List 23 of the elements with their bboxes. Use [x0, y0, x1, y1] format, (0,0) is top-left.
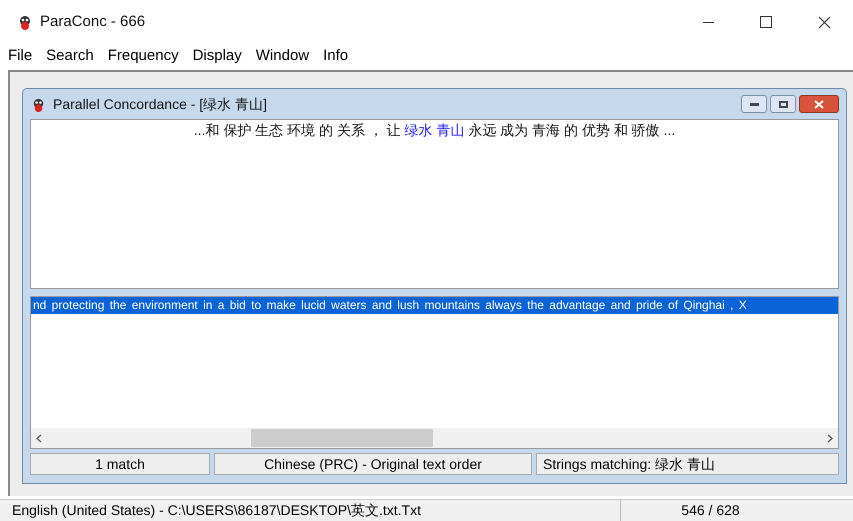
- close-icon: [818, 16, 830, 28]
- concordance-line[interactable]: ...和 保护 生态 环境 的 关系 ， 让 绿水 青山 永远 成为 青海 的 优势 和 骄傲 ...: [31, 120, 838, 140]
- menu-item[interactable]: Search: [46, 44, 94, 68]
- menu-item[interactable]: Info: [323, 44, 348, 68]
- scroll-left-icon[interactable]: [36, 434, 42, 442]
- menu-item[interactable]: Frequency: [108, 44, 179, 68]
- scroll-right-icon[interactable]: [827, 434, 833, 442]
- window-title: ParaConc - 666: [40, 12, 146, 32]
- maximize-button[interactable]: [770, 95, 796, 113]
- minimize-button[interactable]: [741, 95, 767, 113]
- status-field: 1 match: [30, 453, 210, 475]
- menu-item[interactable]: File: [8, 44, 32, 68]
- close-button[interactable]: [799, 95, 839, 113]
- horizontal-scrollbar[interactable]: [31, 428, 838, 448]
- menu-item[interactable]: Display: [192, 44, 242, 68]
- status-field: Chinese (PRC) - Original text order: [214, 453, 532, 475]
- child-window-title: Parallel Concordance - [绿水 青山]: [53, 94, 267, 114]
- status-field: Strings matching: 绿水 青山: [536, 453, 839, 475]
- scrollbar-thumb[interactable]: [251, 429, 433, 447]
- status-field: English (United States) - C:\USERS\86187\DESKTOP\英文.txt.Txt: [0, 500, 620, 521]
- menu-item[interactable]: Window: [256, 44, 310, 68]
- close-icon: [814, 100, 824, 108]
- status-field: 546 / 628: [620, 500, 800, 521]
